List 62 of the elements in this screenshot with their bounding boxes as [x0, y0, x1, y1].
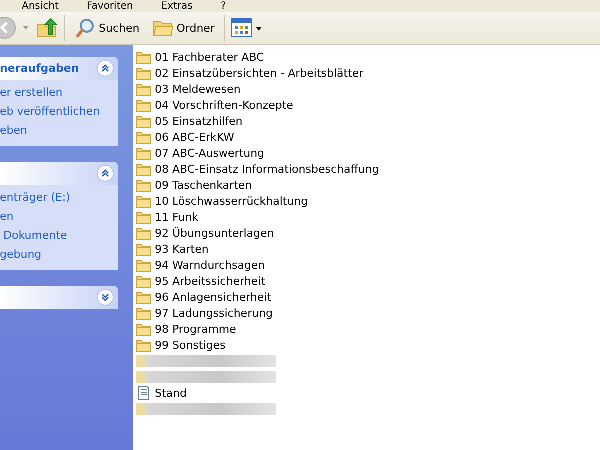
folder-name[interactable]: 09 Taschenkarten — [155, 178, 252, 192]
folder-icon — [136, 66, 152, 80]
folder-icon — [136, 114, 152, 128]
dropdown-caret-icon[interactable] — [22, 25, 30, 31]
folder-icon — [136, 194, 152, 208]
folder-name[interactable]: 06 ABC-ErkKW — [155, 130, 235, 144]
folder-name[interactable]: 05 Einsatzhilfen — [155, 114, 243, 128]
folder-icon — [136, 98, 152, 112]
menu-item[interactable]: Extras — [161, 1, 193, 12]
folder-name[interactable]: 92 Übungsunterlagen — [155, 226, 274, 240]
folders-button[interactable]: Ordner — [148, 16, 218, 40]
folder-icon — [136, 50, 152, 64]
menu-item[interactable]: Favoriten — [86, 1, 134, 12]
folder-name[interactable]: 11 Funk — [155, 210, 199, 224]
collapse-icon[interactable] — [97, 60, 114, 77]
folder-icon — [136, 178, 152, 192]
folder-name[interactable]: 02 Einsatzübersichten - Arbeitsblätter — [155, 66, 364, 80]
task-link[interactable]: eben — [0, 124, 118, 138]
task-pane-title: neraufgaben — [0, 62, 80, 75]
search-button[interactable]: Suchen — [71, 15, 143, 41]
folder-name[interactable]: 97 Ladungssicherung — [155, 306, 274, 320]
folder-icon — [136, 82, 152, 96]
folder-icon — [136, 322, 152, 336]
folder-name[interactable]: 08 ABC-Einsatz Informationsbeschaffung — [155, 162, 380, 176]
expand-icon[interactable] — [97, 289, 114, 306]
menu-item[interactable]: Ansicht — [22, 1, 59, 12]
folder-icon — [136, 258, 152, 272]
folder-name[interactable]: 03 Meldewesen — [155, 82, 241, 96]
folder-icon — [136, 290, 152, 304]
folder-icon — [136, 162, 152, 176]
folder-name[interactable]: 01 Fachberater ABC — [155, 50, 264, 64]
folder-icon — [136, 306, 152, 320]
task-pane-header[interactable]: neraufgaben — [0, 57, 118, 80]
folder-name[interactable]: 07 ABC-Auswertung — [155, 146, 265, 160]
folder-name[interactable]: 95 Arbeitssicherheit — [155, 274, 266, 288]
folder-icon — [136, 274, 152, 288]
folder-name[interactable]: 94 Warndurchsagen — [155, 258, 266, 272]
views-icon[interactable] — [230, 18, 263, 38]
folder-icon — [136, 338, 152, 352]
task-link[interactable]: eb veröffentlichen — [0, 105, 118, 119]
folder-up-icon[interactable] — [36, 17, 58, 39]
menu-item[interactable]: ? — [220, 1, 226, 12]
task-link[interactable]: enträger (E:) — [0, 191, 118, 205]
folder-name[interactable]: 98 Programme — [155, 322, 236, 336]
task-link[interactable]: er erstellen — [0, 86, 118, 100]
task-link[interactable]: Dokumente — [0, 229, 118, 243]
collapse-icon[interactable] — [97, 165, 114, 182]
folder-name[interactable]: 99 Sonstiges — [155, 338, 226, 352]
folder-icon — [136, 242, 152, 256]
folder-name[interactable]: 10 Löschwasserrückhaltung — [155, 194, 308, 208]
folder-icon — [136, 146, 152, 160]
task-link[interactable]: gebung — [0, 248, 118, 262]
file-name[interactable]: Stand — [155, 386, 187, 400]
folder-icon — [136, 226, 152, 240]
folder-name[interactable]: 93 Karten — [155, 242, 209, 256]
document-icon — [136, 386, 152, 400]
folder-icon — [136, 130, 152, 144]
search-icon — [74, 17, 96, 39]
folder-name[interactable]: 96 Anlagensicherheit — [155, 290, 272, 304]
folder-icon — [136, 210, 152, 224]
task-link[interactable]: en — [0, 210, 118, 224]
folder-name[interactable]: 04 Vorschriften-Konzepte — [155, 98, 294, 112]
